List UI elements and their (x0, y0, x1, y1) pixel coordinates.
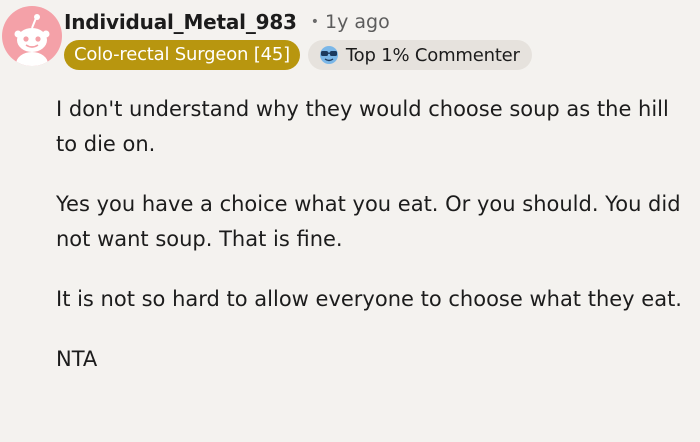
comment-paragraph: I don't understand why they would choose… (56, 97, 669, 156)
sunglasses-face-icon (319, 46, 338, 64)
avatar[interactable] (2, 6, 62, 66)
badge-label: Top 1% Commenter (345, 44, 520, 66)
comment-header: Individual_Metal_983 • 1y ago (64, 8, 390, 36)
separator-dot: • (310, 14, 320, 30)
top-commenter-badge[interactable]: Top 1% Commenter (307, 40, 532, 70)
comment-paragraph: It is not so hard to allow everyone to c… (56, 287, 682, 311)
comment-timestamp[interactable]: 1y ago (325, 11, 390, 33)
username-link[interactable]: Individual_Metal_983 (64, 10, 297, 34)
comment-paragraph: Yes you have a choice what you eat. Or y… (56, 192, 681, 251)
user-flair: Colo-rectal Surgeon [45] (64, 40, 300, 70)
comment-body: I don't understand why they would choose… (56, 92, 696, 402)
badges-row: Colo-rectal Surgeon [45] Top 1% Commente… (64, 40, 532, 70)
snoo-avatar-icon (14, 14, 50, 66)
comment-paragraph: NTA (56, 347, 98, 371)
